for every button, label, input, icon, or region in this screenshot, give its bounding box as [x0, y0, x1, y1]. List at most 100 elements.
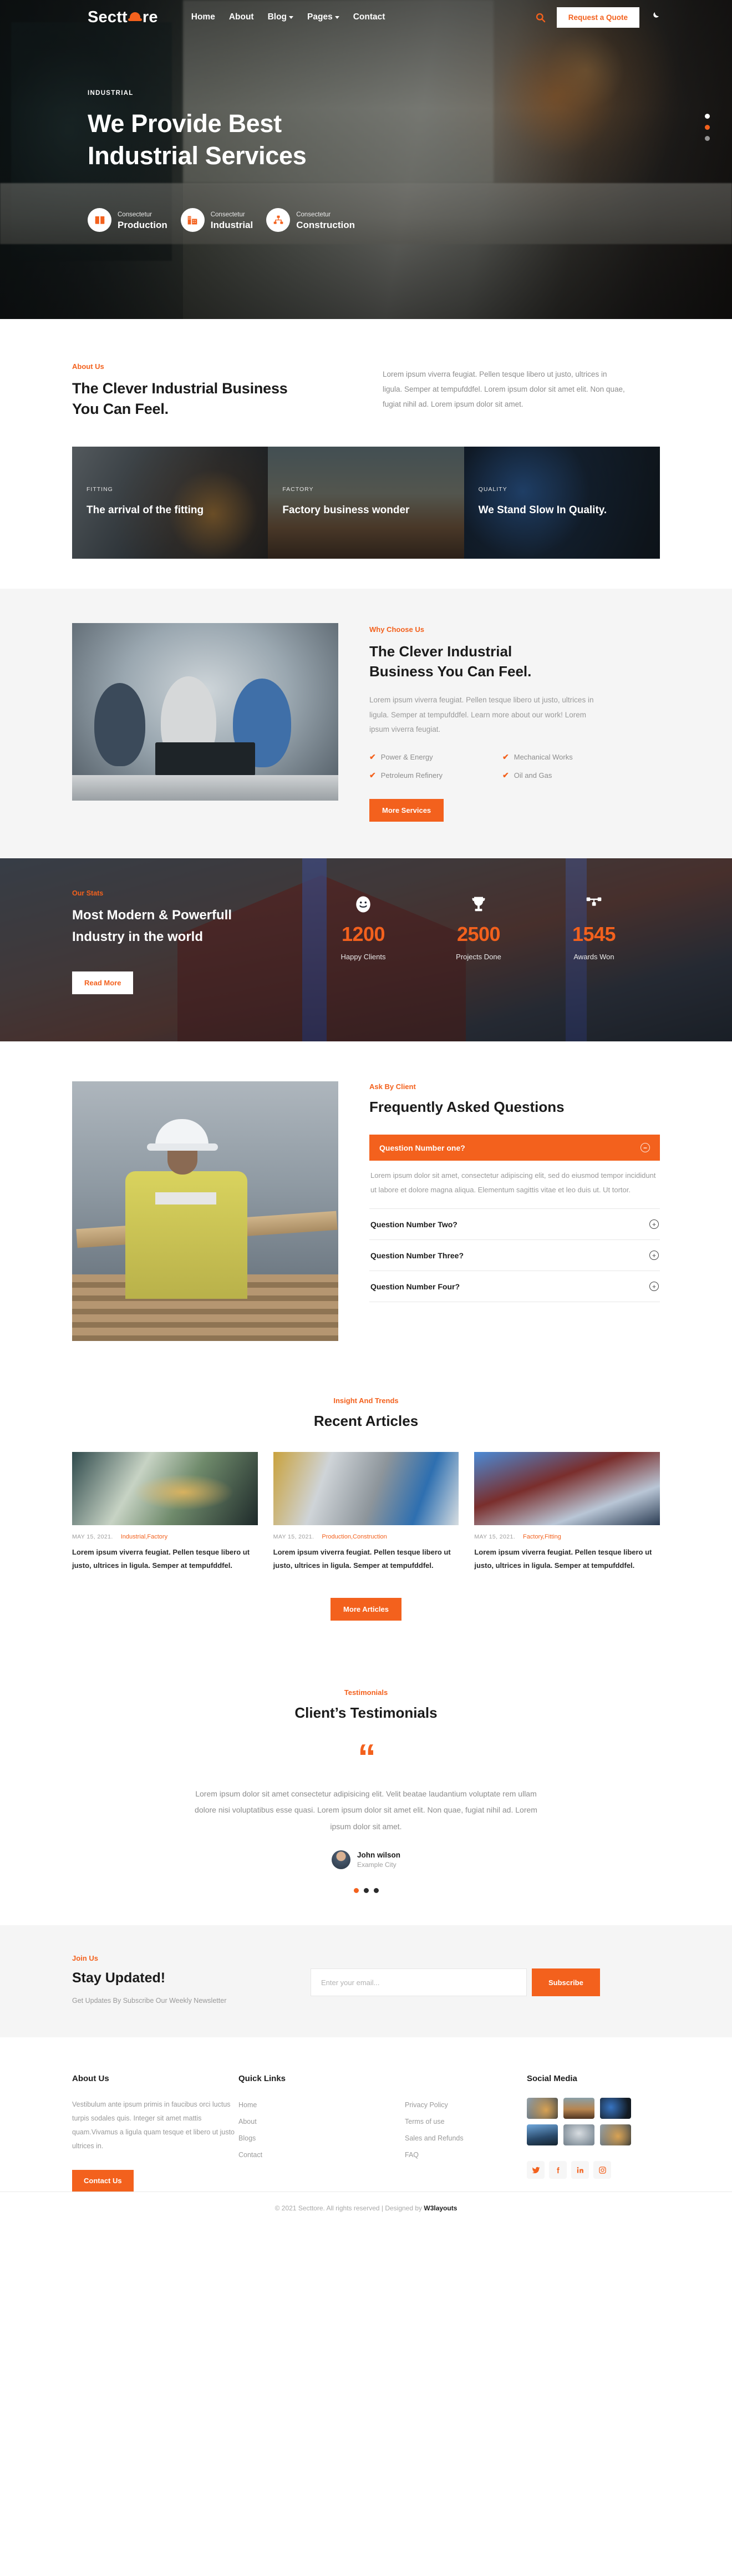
social-thumbnail[interactable] — [563, 2124, 594, 2146]
about-paragraph: Lorem ipsum viverra feugiat. Pellen tesq… — [383, 370, 625, 408]
linkedin-icon[interactable] — [571, 2161, 589, 2179]
footer-link-sales-and-refunds[interactable]: Sales and Refunds — [405, 2134, 527, 2142]
why-feature-list: ✔ Power & Energy ✔ Mechanical Works ✔ Petro… — [369, 752, 619, 780]
stats-kicker: Our Stats — [72, 889, 104, 898]
about-heading: The Clever Industrial Business You Can F… — [72, 378, 349, 420]
hard-hat-icon — [128, 11, 142, 23]
testimonials-section: Testimonials Client’s Testimonials “ Lor… — [0, 1659, 732, 1925]
more-services-button[interactable]: More Services — [369, 799, 444, 822]
nav-item-about[interactable]: About — [229, 12, 254, 22]
article-tags[interactable]: Production,Construction — [322, 1534, 387, 1540]
counter-awards-won: 1545 Awards Won — [558, 893, 630, 994]
article-card[interactable]: MAY 15, 2021. Industrial,Factory Lorem i… — [72, 1452, 258, 1572]
footer-link-blogs[interactable]: Blogs — [238, 2134, 405, 2142]
footer-social-thumbnails — [527, 2098, 660, 2146]
hero-card-production[interactable]: Consectetur Production — [88, 208, 167, 232]
page-root: Sectt re Home About Blog Pages Contact R… — [0, 0, 732, 2249]
about-tiles: FITTING The arrival of the fitting FACTO… — [72, 446, 660, 559]
hero-dot-1[interactable] — [705, 114, 710, 119]
counter-label: Awards Won — [573, 953, 614, 961]
search-icon[interactable] — [535, 12, 546, 23]
designer-brand[interactable]: W3layouts — [424, 2204, 457, 2212]
about-tile-factory[interactable]: FACTORY Factory business wonder — [268, 446, 464, 559]
tile-title: Factory business wonder — [282, 504, 410, 517]
hero-card-sub: Consectetur — [118, 211, 152, 219]
article-card[interactable]: MAY 15, 2021. Factory,Fitting Lorem ipsu… — [474, 1452, 660, 1572]
footer-link-terms-of-use[interactable]: Terms of use — [405, 2118, 527, 2125]
faq-item-three[interactable]: Question Number Three? + — [369, 1240, 660, 1272]
article-tags[interactable]: Factory,Fitting — [523, 1534, 561, 1540]
nav-item-pages[interactable]: Pages — [307, 12, 339, 22]
nav-item-home[interactable]: Home — [191, 12, 215, 22]
plus-circle-icon[interactable]: + — [649, 1282, 659, 1292]
hero-dot-2[interactable] — [705, 125, 710, 130]
instagram-icon[interactable] — [593, 2161, 611, 2179]
footer-link-contact[interactable]: Contact — [238, 2151, 405, 2159]
tile-title: The arrival of the fitting — [87, 504, 204, 517]
footer-about-column: About Us Vestibulum ante ipsum primis in… — [72, 2074, 238, 2192]
more-articles-button[interactable]: More Articles — [331, 1598, 401, 1621]
hero-dot-3[interactable] — [705, 136, 710, 141]
hero-card-construction[interactable]: Consectetur Construction — [266, 208, 355, 232]
counter-label: Happy Clients — [340, 953, 386, 961]
testimonial-dot-3[interactable] — [373, 1888, 379, 1894]
about-tile-fitting[interactable]: FITTING The arrival of the fitting — [72, 446, 268, 559]
nav-item-blog[interactable]: Blog — [268, 12, 294, 22]
minus-circle-icon[interactable]: − — [640, 1143, 650, 1153]
site-logo[interactable]: Sectt re — [88, 8, 158, 27]
faq-item-open[interactable]: Question Number one? − — [369, 1135, 660, 1161]
read-more-button[interactable]: Read More — [72, 971, 134, 994]
facebook-icon[interactable] — [549, 2161, 567, 2179]
footer-link-faq[interactable]: FAQ — [405, 2151, 527, 2159]
nav-item-contact[interactable]: Contact — [353, 12, 385, 22]
twitter-icon[interactable] — [527, 2161, 545, 2179]
counter-value: 1545 — [572, 923, 616, 946]
hero-service-cards: Consectetur Production Consectetur Indus… — [88, 208, 732, 232]
testimonial-slider-dots[interactable] — [72, 1888, 660, 1894]
main-menu: Home About Blog Pages Contact — [191, 12, 385, 22]
faq-item-two[interactable]: Question Number Two? + — [369, 1209, 660, 1241]
footer-link-privacy-policy[interactable]: Privacy Policy — [405, 2101, 527, 2109]
article-tags[interactable]: Industrial,Factory — [121, 1534, 167, 1540]
logo-text-part1: Sectt — [88, 8, 128, 26]
nav-right-group: Request a Quote — [535, 7, 660, 28]
article-card[interactable]: MAY 15, 2021. Production,Construction Lo… — [273, 1452, 459, 1572]
footer-link-about[interactable]: About — [238, 2118, 405, 2125]
footer-link-home[interactable]: Home — [238, 2101, 405, 2109]
social-thumbnail[interactable] — [563, 2098, 594, 2119]
plus-circle-icon[interactable]: + — [649, 1219, 659, 1229]
request-quote-button[interactable]: Request a Quote — [556, 7, 639, 28]
about-tile-quality[interactable]: QUALITY We Stand Slow In Quality. — [464, 446, 660, 559]
why-heading-line1: The Clever Industrial — [369, 642, 512, 660]
social-thumbnail[interactable] — [527, 2098, 558, 2119]
contact-us-button[interactable]: Contact Us — [72, 2170, 134, 2192]
faq-kicker: Ask By Client — [369, 1082, 416, 1091]
hero-slider-dots[interactable] — [705, 114, 710, 147]
social-thumbnail[interactable] — [600, 2124, 631, 2146]
faq-item-four[interactable]: Question Number Four? + — [369, 1271, 660, 1303]
hero-card-sub: Consectetur — [210, 211, 245, 219]
moon-icon[interactable] — [650, 11, 660, 23]
article-thumbnail — [273, 1452, 459, 1526]
check-icon: ✔ — [369, 752, 376, 762]
testimonial-quote: Lorem ipsum dolor sit amet consectetur a… — [195, 1789, 537, 1831]
stats-counters: 1200 Happy Clients 2500 Projects Done 15… — [327, 889, 630, 994]
counter-label: Projects Done — [456, 953, 501, 961]
testimonial-dot-2[interactable] — [363, 1888, 369, 1894]
testimonial-dot-1[interactable] — [353, 1888, 359, 1894]
footer-legal-links-column: Privacy Policy Terms of use Sales and Re… — [405, 2074, 527, 2192]
newsletter-section: Join Us Stay Updated! Get Updates By Sub… — [0, 1925, 732, 2038]
hero-card-title: Production — [118, 220, 167, 231]
why-paragraph: Lorem ipsum viverra feugiat. Pellen tesq… — [369, 696, 594, 733]
hero-card-industrial[interactable]: Consectetur Industrial — [180, 208, 253, 232]
feature-item: ✔ Petroleum Refinery — [369, 771, 486, 780]
plus-circle-icon[interactable]: + — [649, 1251, 659, 1261]
testimonial-author-name: John wilson — [357, 1851, 400, 1860]
social-thumbnail[interactable] — [600, 2098, 631, 2119]
hero-kicker: INDUSTRIAL — [88, 90, 134, 97]
subscribe-button[interactable]: Subscribe — [532, 1968, 600, 1997]
email-field[interactable] — [311, 1968, 527, 1997]
social-thumbnail[interactable] — [527, 2124, 558, 2146]
why-choose-us-image — [72, 623, 338, 801]
chevron-down-icon — [289, 16, 294, 19]
